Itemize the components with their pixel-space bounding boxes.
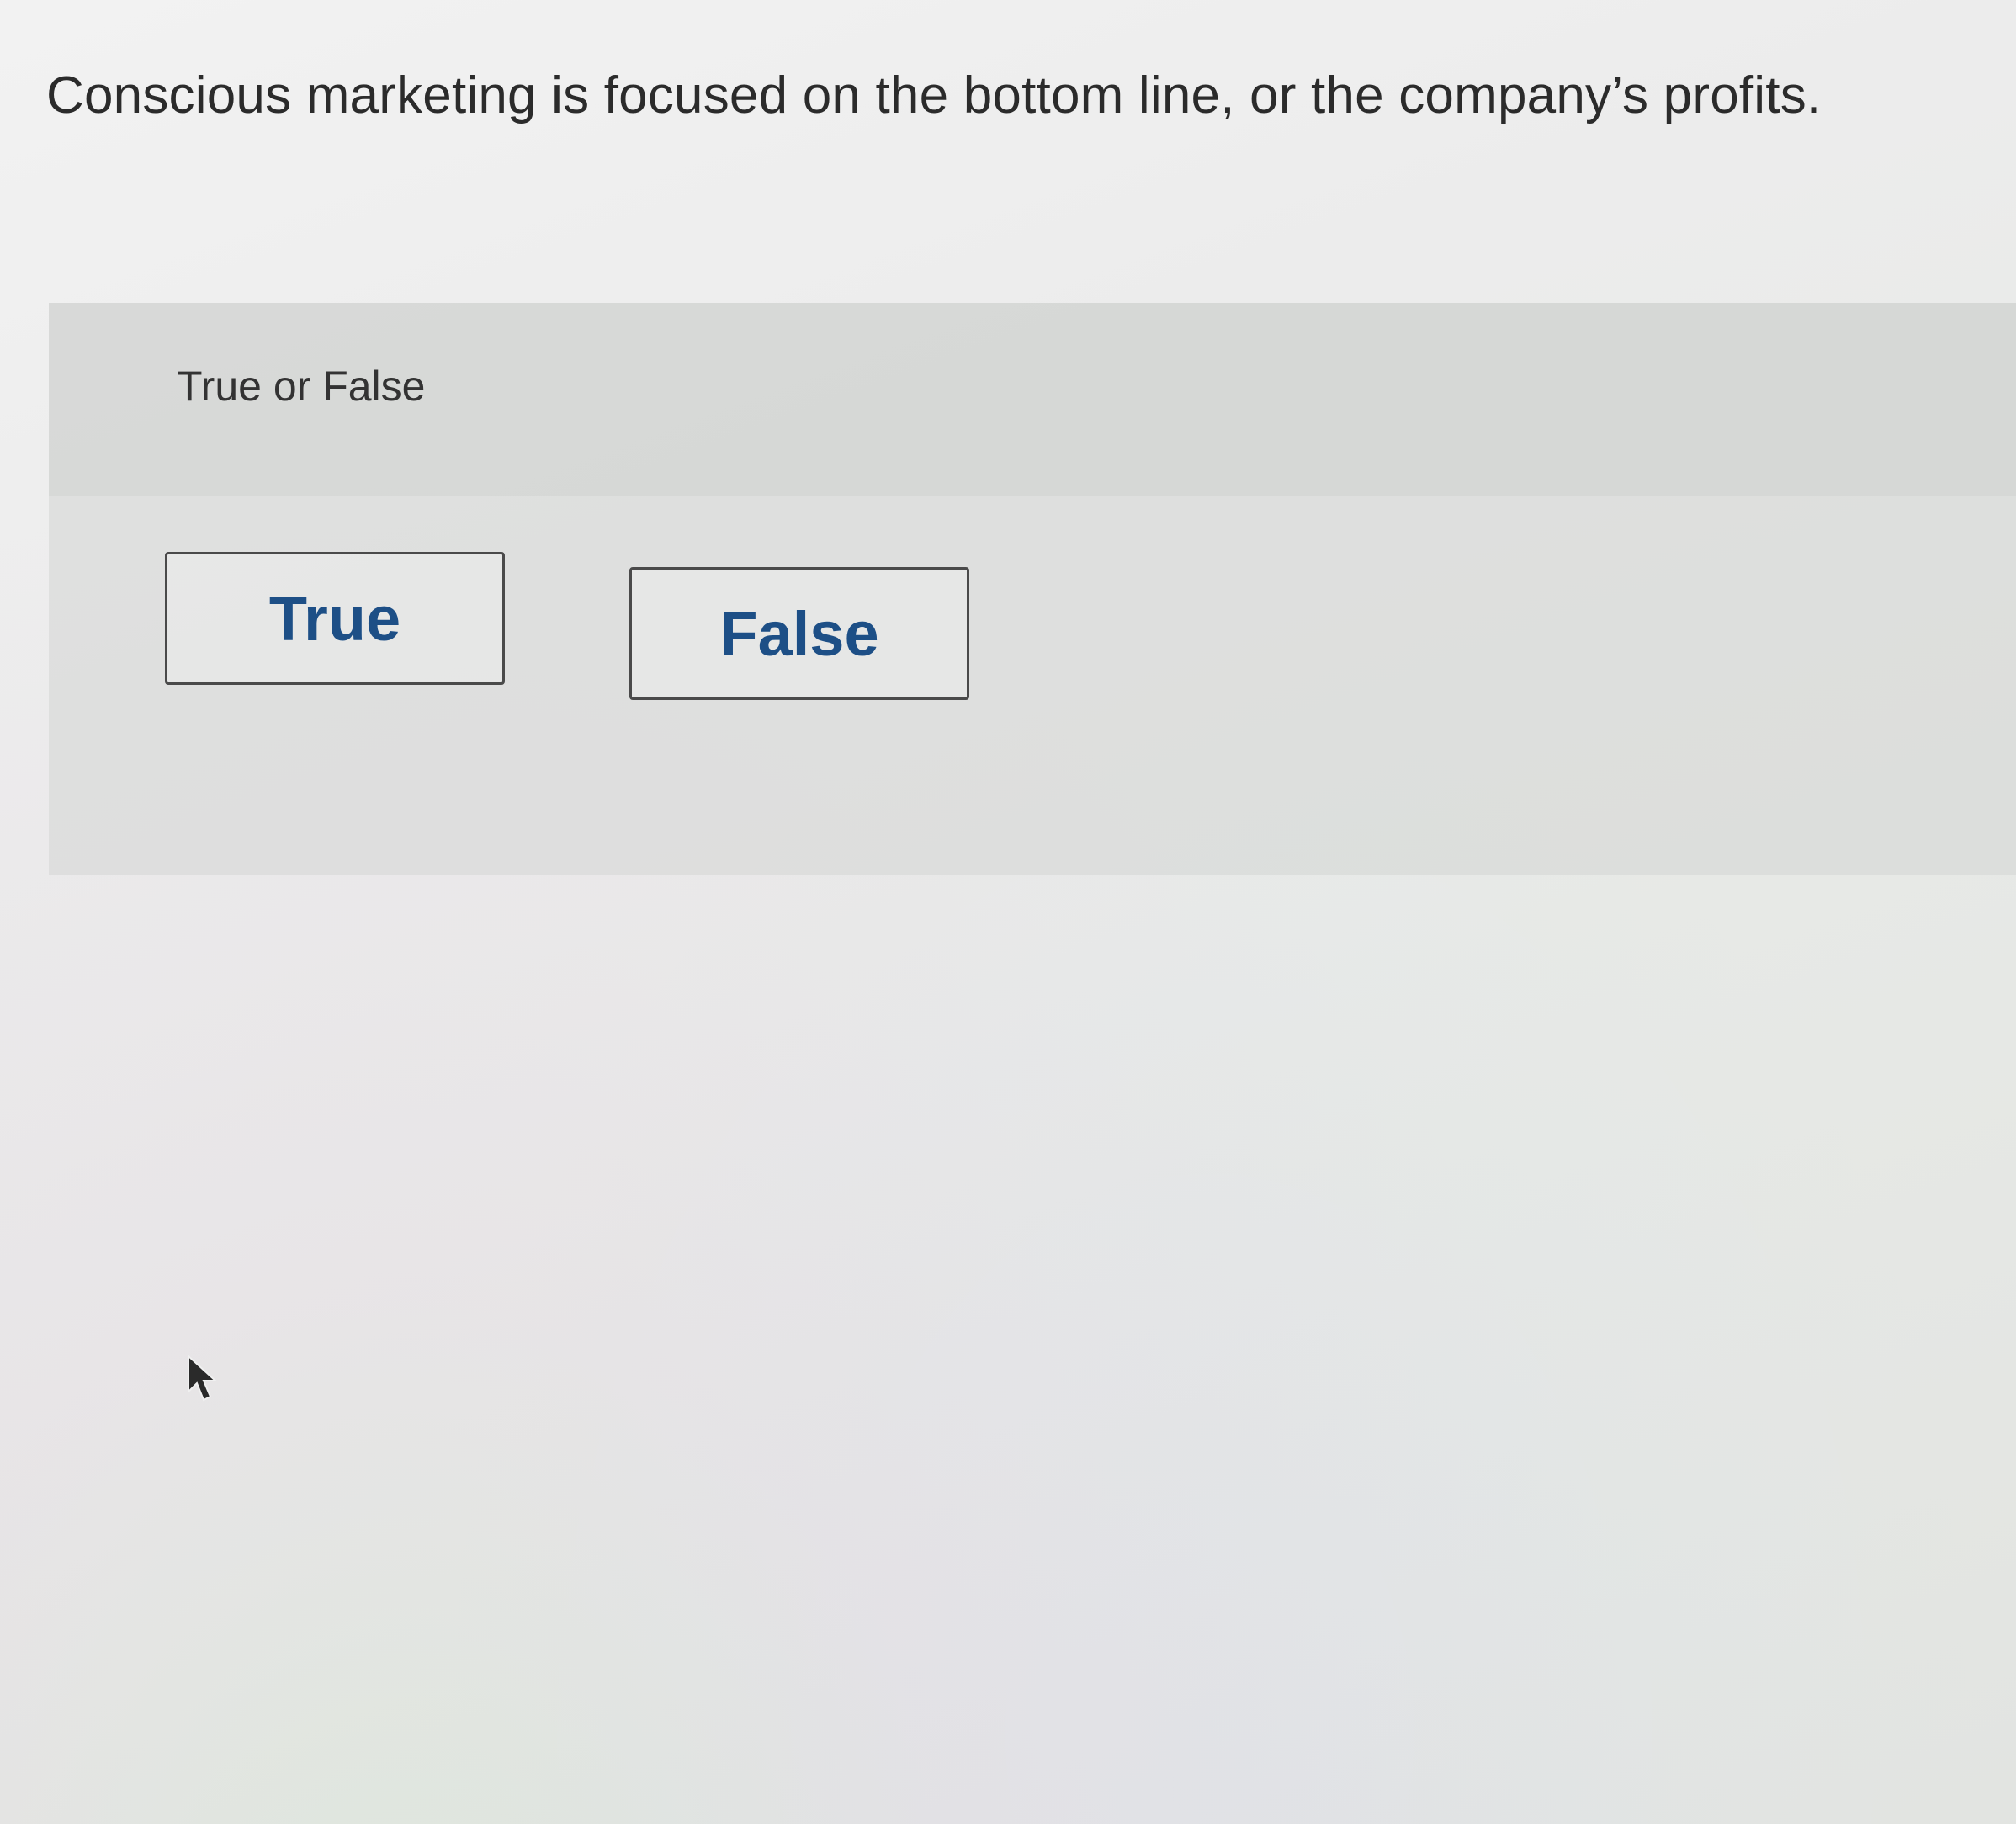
question-text: Conscious marketing is focused on the bo…: [46, 66, 1822, 125]
question-type-label: True or False: [177, 363, 426, 410]
answer-panel-header: True or False: [49, 303, 2016, 496]
mouse-pointer-icon: [188, 1355, 218, 1402]
screen-moire-background: [0, 0, 2016, 1824]
true-button[interactable]: True: [165, 552, 505, 685]
false-button[interactable]: False: [629, 567, 969, 700]
answer-panel: True or False True False: [49, 303, 2016, 875]
